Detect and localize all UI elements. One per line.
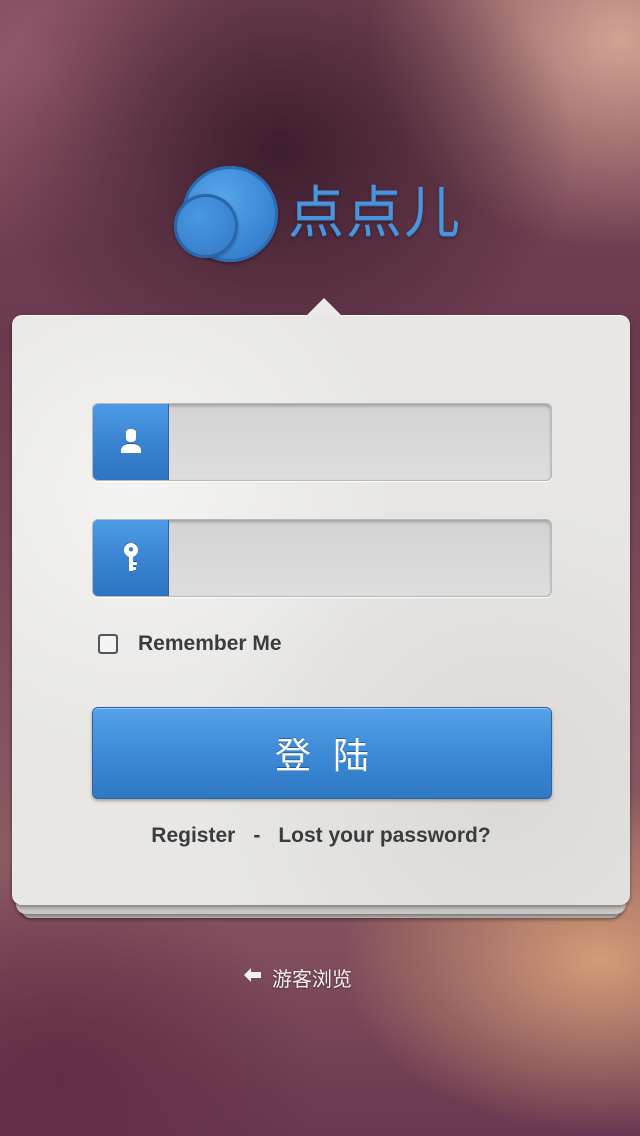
link-separator: -: [253, 824, 261, 847]
card-stack-shadow-1: [16, 904, 626, 914]
username-input[interactable]: [169, 404, 551, 480]
guest-browse-label: 游客浏览: [272, 966, 352, 991]
password-field[interactable]: [92, 519, 552, 597]
remember-me-checkbox[interactable]: [98, 634, 118, 654]
app-logo: 点点儿: [172, 166, 482, 262]
user-icon: [93, 404, 169, 480]
logo-text: 点点儿: [288, 181, 462, 246]
login-button-label: 登陆: [274, 736, 391, 777]
password-input[interactable]: [169, 520, 551, 596]
arrow-left-icon: [244, 967, 262, 988]
guest-browse-link[interactable]: 游客浏览: [244, 962, 352, 992]
lost-password-link[interactable]: Lost your password?: [278, 824, 490, 847]
login-button[interactable]: 登陆: [92, 707, 552, 799]
key-icon: [93, 520, 169, 596]
remember-me-label: Remember Me: [138, 632, 282, 655]
account-links: Register - Lost your password?: [12, 824, 630, 848]
logo-circle-small: [174, 194, 238, 258]
remember-me-toggle[interactable]: Remember Me: [98, 630, 282, 658]
username-field[interactable]: [92, 403, 552, 481]
register-link[interactable]: Register: [151, 824, 235, 847]
card-pointer: [306, 298, 342, 316]
login-screen: 点点儿 Remember Me 登陆 Register - Lost your …: [0, 0, 640, 1136]
